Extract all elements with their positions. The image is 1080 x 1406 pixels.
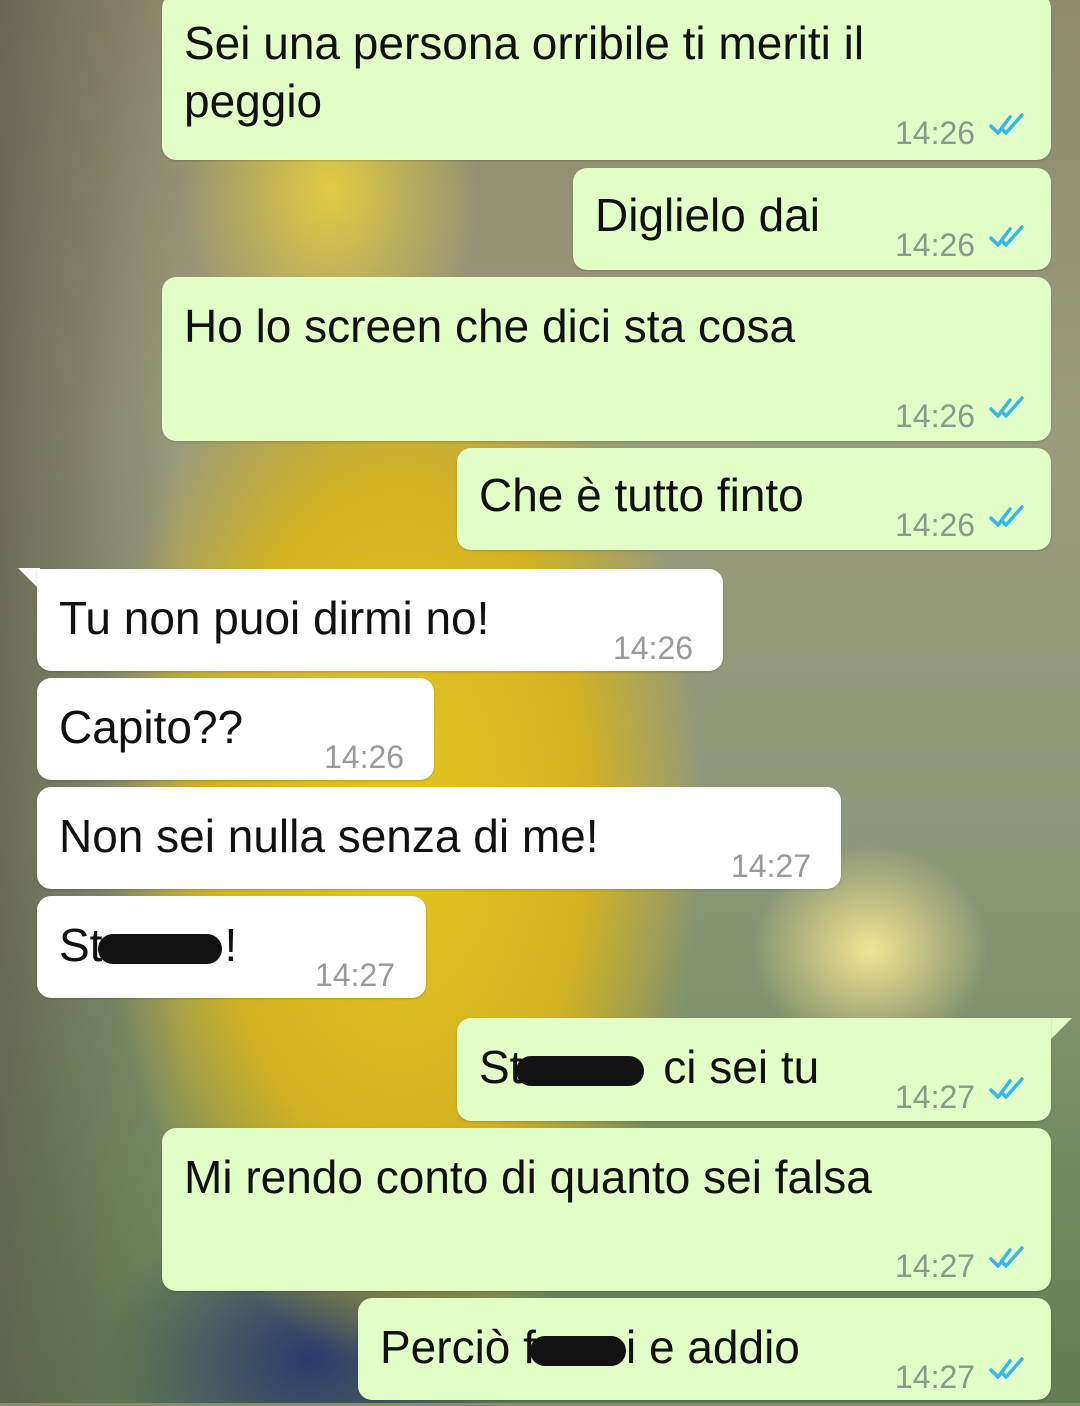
censored-word-block [529,1335,626,1366]
message-bubble-incoming[interactable]: Capito?? 14:26 [37,678,434,780]
message-timestamp: 14:26 [895,115,976,151]
message-text: Diglielo dai [595,189,821,241]
message-text: Non sei nulla senza di me! [59,810,599,862]
read-double-check-icon [989,225,1024,247]
message-timestamp: 14:27 [895,1079,976,1115]
message-text-end: ! [224,919,238,971]
message-bubble-incoming[interactable]: Tu non puoi dirmi no! 14:26 [37,569,723,671]
message-timestamp: 14:27 [895,1359,976,1395]
message-timestamp: 14:26 [895,507,976,543]
message-text: Sei una persona orribile ti meriti il pe… [184,17,865,127]
message-text: Capito?? [59,701,244,753]
message-text-end: ci sei tu [650,1041,820,1093]
censored-word-block [516,1055,645,1086]
message-timestamp: 14:26 [324,739,405,775]
message-text: Tu non puoi dirmi no! [59,592,490,644]
chat-message-list[interactable]: Sei una persona orribile ti meriti il pe… [0,0,1080,1403]
message-timestamp: 14:26 [895,398,976,434]
censored-word-block [98,933,223,964]
message-bubble-outgoing[interactable]: Mi rendo conto di quanto sei falsa 14:27 [162,1128,1051,1291]
message-text-end: i e addio [625,1321,800,1373]
message-bubble-outgoing[interactable]: Ho lo screen che dici sta cosa 14:26 [162,277,1051,441]
message-text: Che è tutto finto [479,469,804,521]
read-double-check-icon [989,396,1024,418]
message-text: St! [59,916,237,974]
message-text: Perciò f i e addio [380,1318,800,1376]
message-bubble-incoming[interactable]: Non sei nulla senza di me! 14:27 [37,787,841,889]
message-text: Ho lo screen che dici sta cosa [184,300,796,352]
read-double-check-icon [989,113,1024,135]
message-bubble-outgoing[interactable]: Diglielo dai 14:26 [573,168,1051,270]
message-bubble-outgoing[interactable]: Perciò f i e addio 14:27 [358,1298,1051,1400]
read-double-check-icon [989,505,1024,527]
read-double-check-icon [989,1246,1024,1268]
message-timestamp: 14:26 [895,227,976,263]
message-bubble-outgoing[interactable]: Che è tutto finto 14:26 [457,448,1051,550]
read-double-check-icon [989,1077,1024,1099]
message-text-start: Perciò f [380,1321,536,1373]
bubble-tail [1050,1018,1072,1040]
message-text-start: St [59,919,103,971]
message-text: Mi rendo conto di quanto sei falsa [184,1151,872,1203]
message-bubble-outgoing[interactable]: St ci sei tu 14:27 [457,1018,1051,1121]
message-text: St ci sei tu [479,1038,819,1096]
read-double-check-icon [989,1357,1024,1379]
message-timestamp: 14:27 [731,848,812,884]
message-bubble-incoming[interactable]: St! 14:27 [37,896,426,998]
message-timestamp: 14:26 [613,630,694,666]
message-timestamp: 14:27 [895,1248,976,1284]
message-timestamp: 14:27 [315,957,396,993]
message-bubble-outgoing[interactable]: Sei una persona orribile ti meriti il pe… [162,0,1051,160]
